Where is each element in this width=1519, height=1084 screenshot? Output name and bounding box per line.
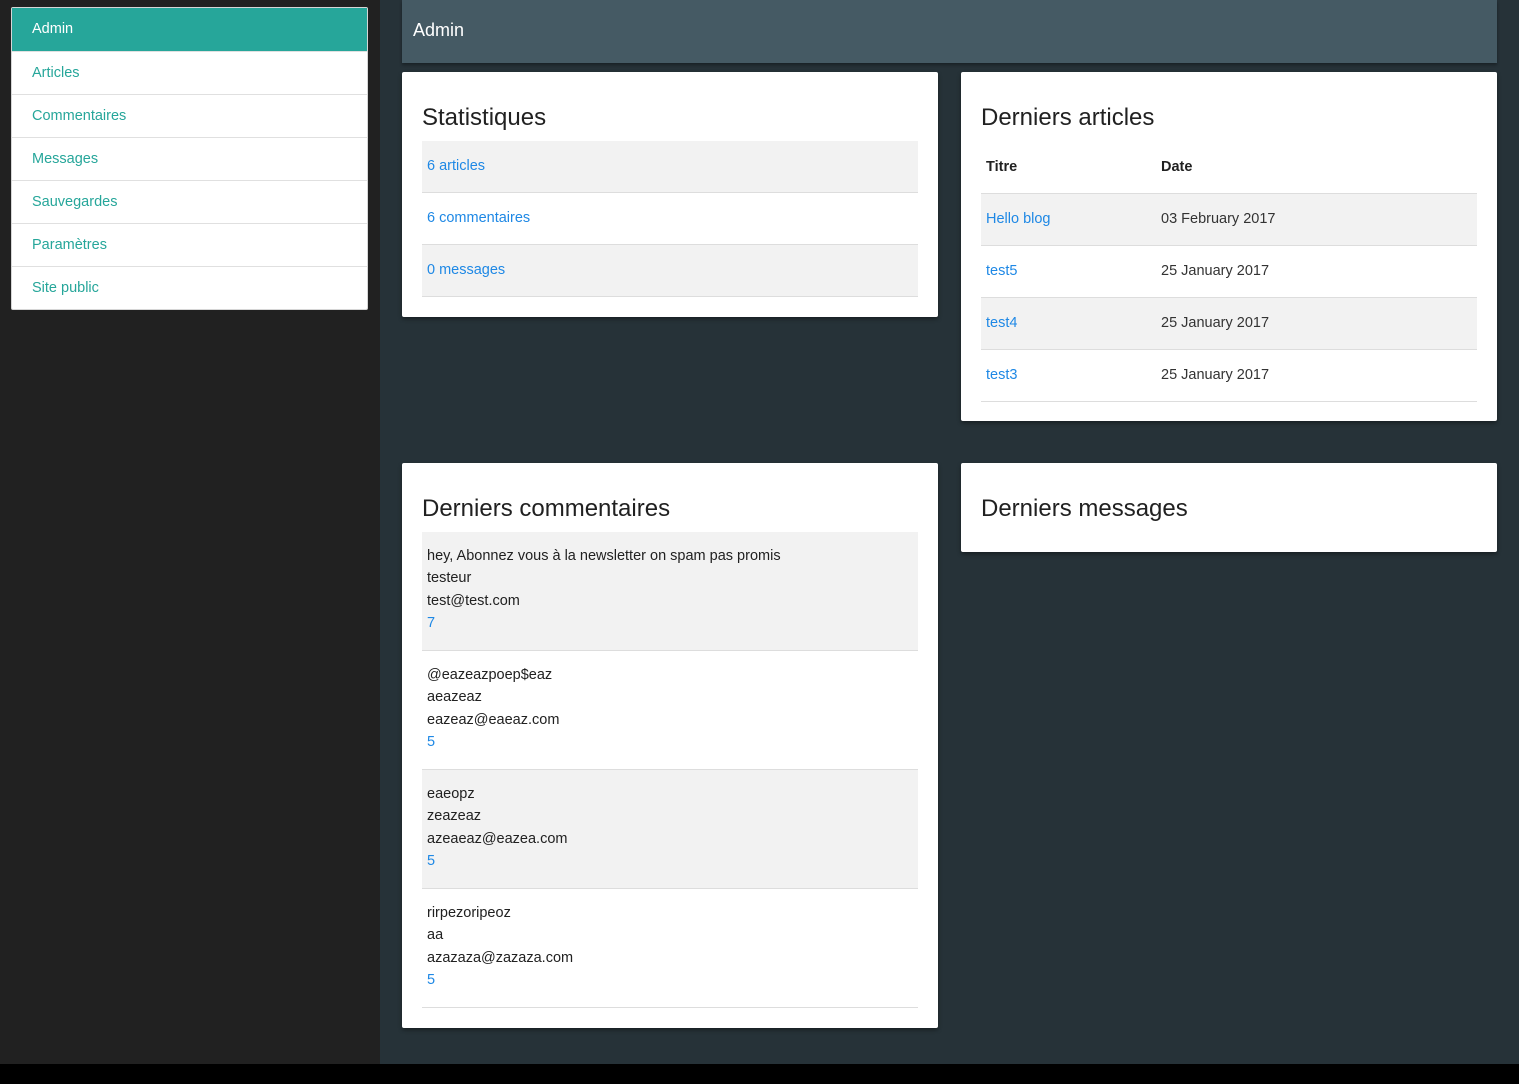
stat-articles-link[interactable]: 6 articles — [422, 141, 918, 193]
comment-text: @eazeazpoep$eaz — [427, 667, 553, 683]
sidebar-item-commentaires[interactable]: Commentaires — [12, 94, 367, 137]
latest-messages-card: Derniers messages — [961, 463, 1497, 552]
comment-author: testeur — [427, 570, 472, 587]
latest-comments-card: Derniers commentaires hey, Abonnez vous … — [402, 463, 938, 1028]
list-item: @eazeazpoep$eaz aeazeaz eazeaz@eaeaz.com… — [422, 651, 918, 770]
sidebar-item-parametres[interactable]: Paramètres — [12, 223, 367, 266]
article-date: 25 January 2017 — [1156, 245, 1477, 298]
sidebar-item-sauvegardes[interactable]: Sauvegardes — [12, 180, 367, 223]
list-item: rirpezoripeoz aa azazaza@zazaza.com 5 — [422, 889, 918, 1008]
column-header-date: Date — [1156, 141, 1477, 194]
latest-articles-card: Derniers articles Titre Date Hello blog … — [961, 72, 1497, 421]
sidebar-item-messages[interactable]: Messages — [12, 137, 367, 180]
sidebar: Admin Articles Commentaires Messages Sau… — [0, 0, 380, 1064]
comment-text: rirpezoripeoz — [427, 905, 511, 921]
article-date: 25 January 2017 — [1156, 297, 1477, 350]
sidebar-item-articles[interactable]: Articles — [12, 51, 367, 94]
comment-author: aeazeaz — [427, 689, 482, 706]
table-header-row: Titre Date — [981, 141, 1477, 194]
articles-table: Titre Date Hello blog 03 February 2017 t… — [981, 141, 1477, 402]
stat-messages-link[interactable]: 0 messages — [422, 245, 918, 297]
page: Admin Articles Commentaires Messages Sau… — [0, 0, 1519, 1064]
comment-email: eazeaz@eaeaz.com — [427, 711, 560, 728]
table-row: Hello blog 03 February 2017 — [981, 193, 1477, 246]
top-header: Admin — [402, 0, 1497, 63]
comment-article-link[interactable]: 5 — [427, 731, 913, 753]
stat-comments-link[interactable]: 6 commentaires — [422, 193, 918, 245]
page-title: Admin — [413, 20, 465, 40]
comment-author: aa — [427, 927, 444, 944]
latest-messages-title: Derniers messages — [981, 495, 1188, 522]
comment-email: azazaza@zazaza.com — [427, 949, 574, 966]
comment-email: azeaeaz@eazea.com — [427, 830, 568, 847]
article-title-link[interactable]: test4 — [981, 297, 1156, 350]
table-row: test4 25 January 2017 — [981, 297, 1477, 350]
list-item: eaeopz zeazeaz azeaeaz@eazea.com 5 — [422, 770, 918, 889]
article-date: 25 January 2017 — [1156, 349, 1477, 402]
sidebar-item-site-public[interactable]: Site public — [12, 266, 367, 309]
comment-email: test@test.com — [427, 592, 520, 609]
latest-comments-title: Derniers commentaires — [422, 495, 671, 522]
table-row: test3 25 January 2017 — [981, 349, 1477, 402]
comment-article-link[interactable]: 5 — [427, 850, 913, 872]
comment-article-link[interactable]: 5 — [427, 969, 913, 991]
table-row: test5 25 January 2017 — [981, 245, 1477, 298]
article-title-link[interactable]: test5 — [981, 245, 1156, 298]
column-header-titre: Titre — [981, 141, 1156, 194]
article-title-link[interactable]: Hello blog — [981, 193, 1156, 246]
comment-author: zeazeaz — [427, 808, 482, 825]
list-item: hey, Abonnez vous à la newsletter on spa… — [422, 532, 918, 651]
sidebar-nav: Admin Articles Commentaires Messages Sau… — [11, 7, 368, 310]
comment-text: eaeopz — [427, 786, 475, 802]
stats-title: Statistiques — [422, 104, 547, 131]
comment-text: hey, Abonnez vous à la newsletter on spa… — [427, 548, 781, 564]
sidebar-item-admin[interactable]: Admin — [12, 8, 367, 51]
stats-card: Statistiques 6 articles 6 commentaires 0… — [402, 72, 938, 317]
latest-articles-title: Derniers articles — [981, 104, 1155, 131]
comment-article-link[interactable]: 7 — [427, 612, 913, 634]
article-date: 03 February 2017 — [1156, 193, 1477, 246]
article-title-link[interactable]: test3 — [981, 349, 1156, 402]
